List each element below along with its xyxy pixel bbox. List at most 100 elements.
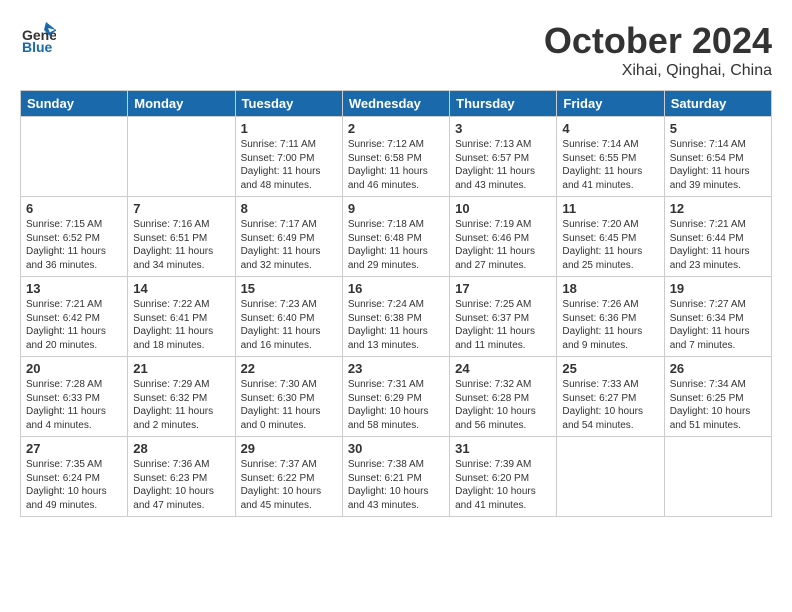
day-info: Sunrise: 7:25 AM Sunset: 6:37 PM Dayligh…: [455, 298, 551, 352]
day-number: 13: [26, 281, 122, 296]
day-cell-12: 12Sunrise: 7:21 AM Sunset: 6:44 PM Dayli…: [664, 197, 771, 277]
day-info: Sunrise: 7:35 AM Sunset: 6:24 PM Dayligh…: [26, 458, 122, 512]
day-number: 7: [133, 201, 229, 216]
day-number: 8: [241, 201, 337, 216]
day-info: Sunrise: 7:30 AM Sunset: 6:30 PM Dayligh…: [241, 378, 337, 432]
day-info: Sunrise: 7:16 AM Sunset: 6:51 PM Dayligh…: [133, 218, 229, 272]
day-info: Sunrise: 7:32 AM Sunset: 6:28 PM Dayligh…: [455, 378, 551, 432]
day-number: 6: [26, 201, 122, 216]
day-info: Sunrise: 7:33 AM Sunset: 6:27 PM Dayligh…: [562, 378, 658, 432]
day-number: 22: [241, 361, 337, 376]
day-cell-13: 13 Sunrise: 7:21 AM Sunset: 6:42 PM Dayli…: [21, 277, 128, 357]
day-header-monday: Monday: [128, 91, 235, 117]
day-info: Sunrise: 7:22 AM Sunset: 6:41 PM Dayligh…: [133, 298, 229, 352]
day-number: 24: [455, 361, 551, 376]
day-cell-1: 1 Sunrise: 7:11 AM Sunset: 7:00 PM Daylig…: [235, 117, 342, 197]
day-cell-4: 4 Sunrise: 7:14 AM Sunset: 6:55 PM Daylig…: [557, 117, 664, 197]
day-cell-21: 21Sunrise: 7:29 AM Sunset: 6:32 PM Dayli…: [128, 357, 235, 437]
day-number: 11: [562, 201, 658, 216]
location-subtitle: Xihai, Qinghai, China: [544, 62, 772, 80]
day-header-sunday: Sunday: [21, 91, 128, 117]
day-info: Sunrise: 7:27 AM Sunset: 6:34 PM Dayligh…: [670, 298, 766, 352]
day-info: Sunrise: 7:23 AM Sunset: 6:40 PM Dayligh…: [241, 298, 337, 352]
day-info: Sunrise: 7:29 AM Sunset: 6:32 PM Dayligh…: [133, 378, 229, 432]
day-info: Sunrise: 7:17 AM Sunset: 6:49 PM Dayligh…: [241, 218, 337, 272]
day-number: 30: [348, 441, 444, 456]
day-info: Sunrise: 7:15 AM Sunset: 6:52 PM Dayligh…: [26, 218, 122, 272]
day-cell-11: 11Sunrise: 7:20 AM Sunset: 6:45 PM Dayli…: [557, 197, 664, 277]
logo-icon: General Blue: [20, 20, 56, 56]
day-info: Sunrise: 7:12 AM Sunset: 6:58 PM Dayligh…: [348, 138, 444, 192]
day-info: Sunrise: 7:11 AM Sunset: 7:00 PM Dayligh…: [241, 138, 337, 192]
day-number: 5: [670, 121, 766, 136]
week-row: 1 Sunrise: 7:11 AM Sunset: 7:00 PM Daylig…: [21, 117, 772, 197]
day-number: 14: [133, 281, 229, 296]
week-row: 13 Sunrise: 7:21 AM Sunset: 6:42 PM Dayli…: [21, 277, 772, 357]
day-info: Sunrise: 7:14 AM Sunset: 6:54 PM Dayligh…: [670, 138, 766, 192]
day-header-thursday: Thursday: [450, 91, 557, 117]
day-cell-5: 5 Sunrise: 7:14 AM Sunset: 6:54 PM Daylig…: [664, 117, 771, 197]
day-cell-28: 28Sunrise: 7:36 AM Sunset: 6:23 PM Dayli…: [128, 437, 235, 517]
day-cell-24: 24 Sunrise: 7:32 AM Sunset: 6:28 PM Dayli…: [450, 357, 557, 437]
week-row: 27Sunrise: 7:35 AM Sunset: 6:24 PM Dayli…: [21, 437, 772, 517]
day-cell-27: 27Sunrise: 7:35 AM Sunset: 6:24 PM Dayli…: [21, 437, 128, 517]
day-info: Sunrise: 7:24 AM Sunset: 6:38 PM Dayligh…: [348, 298, 444, 352]
day-cell-9: 9Sunrise: 7:18 AM Sunset: 6:48 PM Daylig…: [342, 197, 449, 277]
empty-cell: [664, 437, 771, 517]
day-number: 10: [455, 201, 551, 216]
day-cell-23: 23 Sunrise: 7:31 AM Sunset: 6:29 PM Dayli…: [342, 357, 449, 437]
day-info: Sunrise: 7:14 AM Sunset: 6:55 PM Dayligh…: [562, 138, 658, 192]
day-cell-25: 25 Sunrise: 7:33 AM Sunset: 6:27 PM Dayli…: [557, 357, 664, 437]
day-info: Sunrise: 7:39 AM Sunset: 6:20 PM Dayligh…: [455, 458, 551, 512]
day-cell-2: 2 Sunrise: 7:12 AM Sunset: 6:58 PM Daylig…: [342, 117, 449, 197]
day-cell-14: 14 Sunrise: 7:22 AM Sunset: 6:41 PM Dayli…: [128, 277, 235, 357]
day-number: 25: [562, 361, 658, 376]
empty-cell: [557, 437, 664, 517]
day-header-friday: Friday: [557, 91, 664, 117]
day-cell-19: 19 Sunrise: 7:27 AM Sunset: 6:34 PM Dayli…: [664, 277, 771, 357]
day-info: Sunrise: 7:28 AM Sunset: 6:33 PM Dayligh…: [26, 378, 122, 432]
day-cell-18: 18 Sunrise: 7:26 AM Sunset: 6:36 PM Dayli…: [557, 277, 664, 357]
day-header-tuesday: Tuesday: [235, 91, 342, 117]
day-cell-8: 8 Sunrise: 7:17 AM Sunset: 6:49 PM Daylig…: [235, 197, 342, 277]
day-header-wednesday: Wednesday: [342, 91, 449, 117]
day-info: Sunrise: 7:21 AM Sunset: 6:42 PM Dayligh…: [26, 298, 122, 352]
day-number: 2: [348, 121, 444, 136]
title-block: October 2024 Xihai, Qinghai, China: [544, 20, 772, 80]
day-cell-17: 17Sunrise: 7:25 AM Sunset: 6:37 PM Dayli…: [450, 277, 557, 357]
day-cell-29: 29Sunrise: 7:37 AM Sunset: 6:22 PM Dayli…: [235, 437, 342, 517]
day-number: 18: [562, 281, 658, 296]
day-cell-7: 7 Sunrise: 7:16 AM Sunset: 6:51 PM Daylig…: [128, 197, 235, 277]
day-info: Sunrise: 7:38 AM Sunset: 6:21 PM Dayligh…: [348, 458, 444, 512]
day-info: Sunrise: 7:31 AM Sunset: 6:29 PM Dayligh…: [348, 378, 444, 432]
day-cell-3: 3 Sunrise: 7:13 AM Sunset: 6:57 PM Daylig…: [450, 117, 557, 197]
day-number: 23: [348, 361, 444, 376]
day-header-saturday: Saturday: [664, 91, 771, 117]
week-row: 20 Sunrise: 7:28 AM Sunset: 6:33 PM Dayli…: [21, 357, 772, 437]
day-number: 31: [455, 441, 551, 456]
day-number: 15: [241, 281, 337, 296]
day-cell-31: 31 Sunrise: 7:39 AM Sunset: 6:20 PM Dayli…: [450, 437, 557, 517]
empty-cell: [128, 117, 235, 197]
day-cell-6: 6 Sunrise: 7:15 AM Sunset: 6:52 PM Daylig…: [21, 197, 128, 277]
day-cell-15: 15 Sunrise: 7:23 AM Sunset: 6:40 PM Dayli…: [235, 277, 342, 357]
day-info: Sunrise: 7:26 AM Sunset: 6:36 PM Dayligh…: [562, 298, 658, 352]
day-cell-26: 26Sunrise: 7:34 AM Sunset: 6:25 PM Dayli…: [664, 357, 771, 437]
header-row: SundayMondayTuesdayWednesdayThursdayFrid…: [21, 91, 772, 117]
day-number: 1: [241, 121, 337, 136]
day-info: Sunrise: 7:13 AM Sunset: 6:57 PM Dayligh…: [455, 138, 551, 192]
day-info: Sunrise: 7:21 AM Sunset: 6:44 PM Dayligh…: [670, 218, 766, 272]
day-number: 4: [562, 121, 658, 136]
day-info: Sunrise: 7:18 AM Sunset: 6:48 PM Dayligh…: [348, 218, 444, 272]
day-number: 3: [455, 121, 551, 136]
day-number: 28: [133, 441, 229, 456]
month-title: October 2024: [544, 20, 772, 62]
day-number: 19: [670, 281, 766, 296]
day-cell-30: 30 Sunrise: 7:38 AM Sunset: 6:21 PM Dayli…: [342, 437, 449, 517]
week-row: 6 Sunrise: 7:15 AM Sunset: 6:52 PM Daylig…: [21, 197, 772, 277]
day-info: Sunrise: 7:37 AM Sunset: 6:22 PM Dayligh…: [241, 458, 337, 512]
calendar-table: SundayMondayTuesdayWednesdayThursdayFrid…: [20, 90, 772, 517]
day-number: 26: [670, 361, 766, 376]
day-info: Sunrise: 7:19 AM Sunset: 6:46 PM Dayligh…: [455, 218, 551, 272]
day-number: 20: [26, 361, 122, 376]
